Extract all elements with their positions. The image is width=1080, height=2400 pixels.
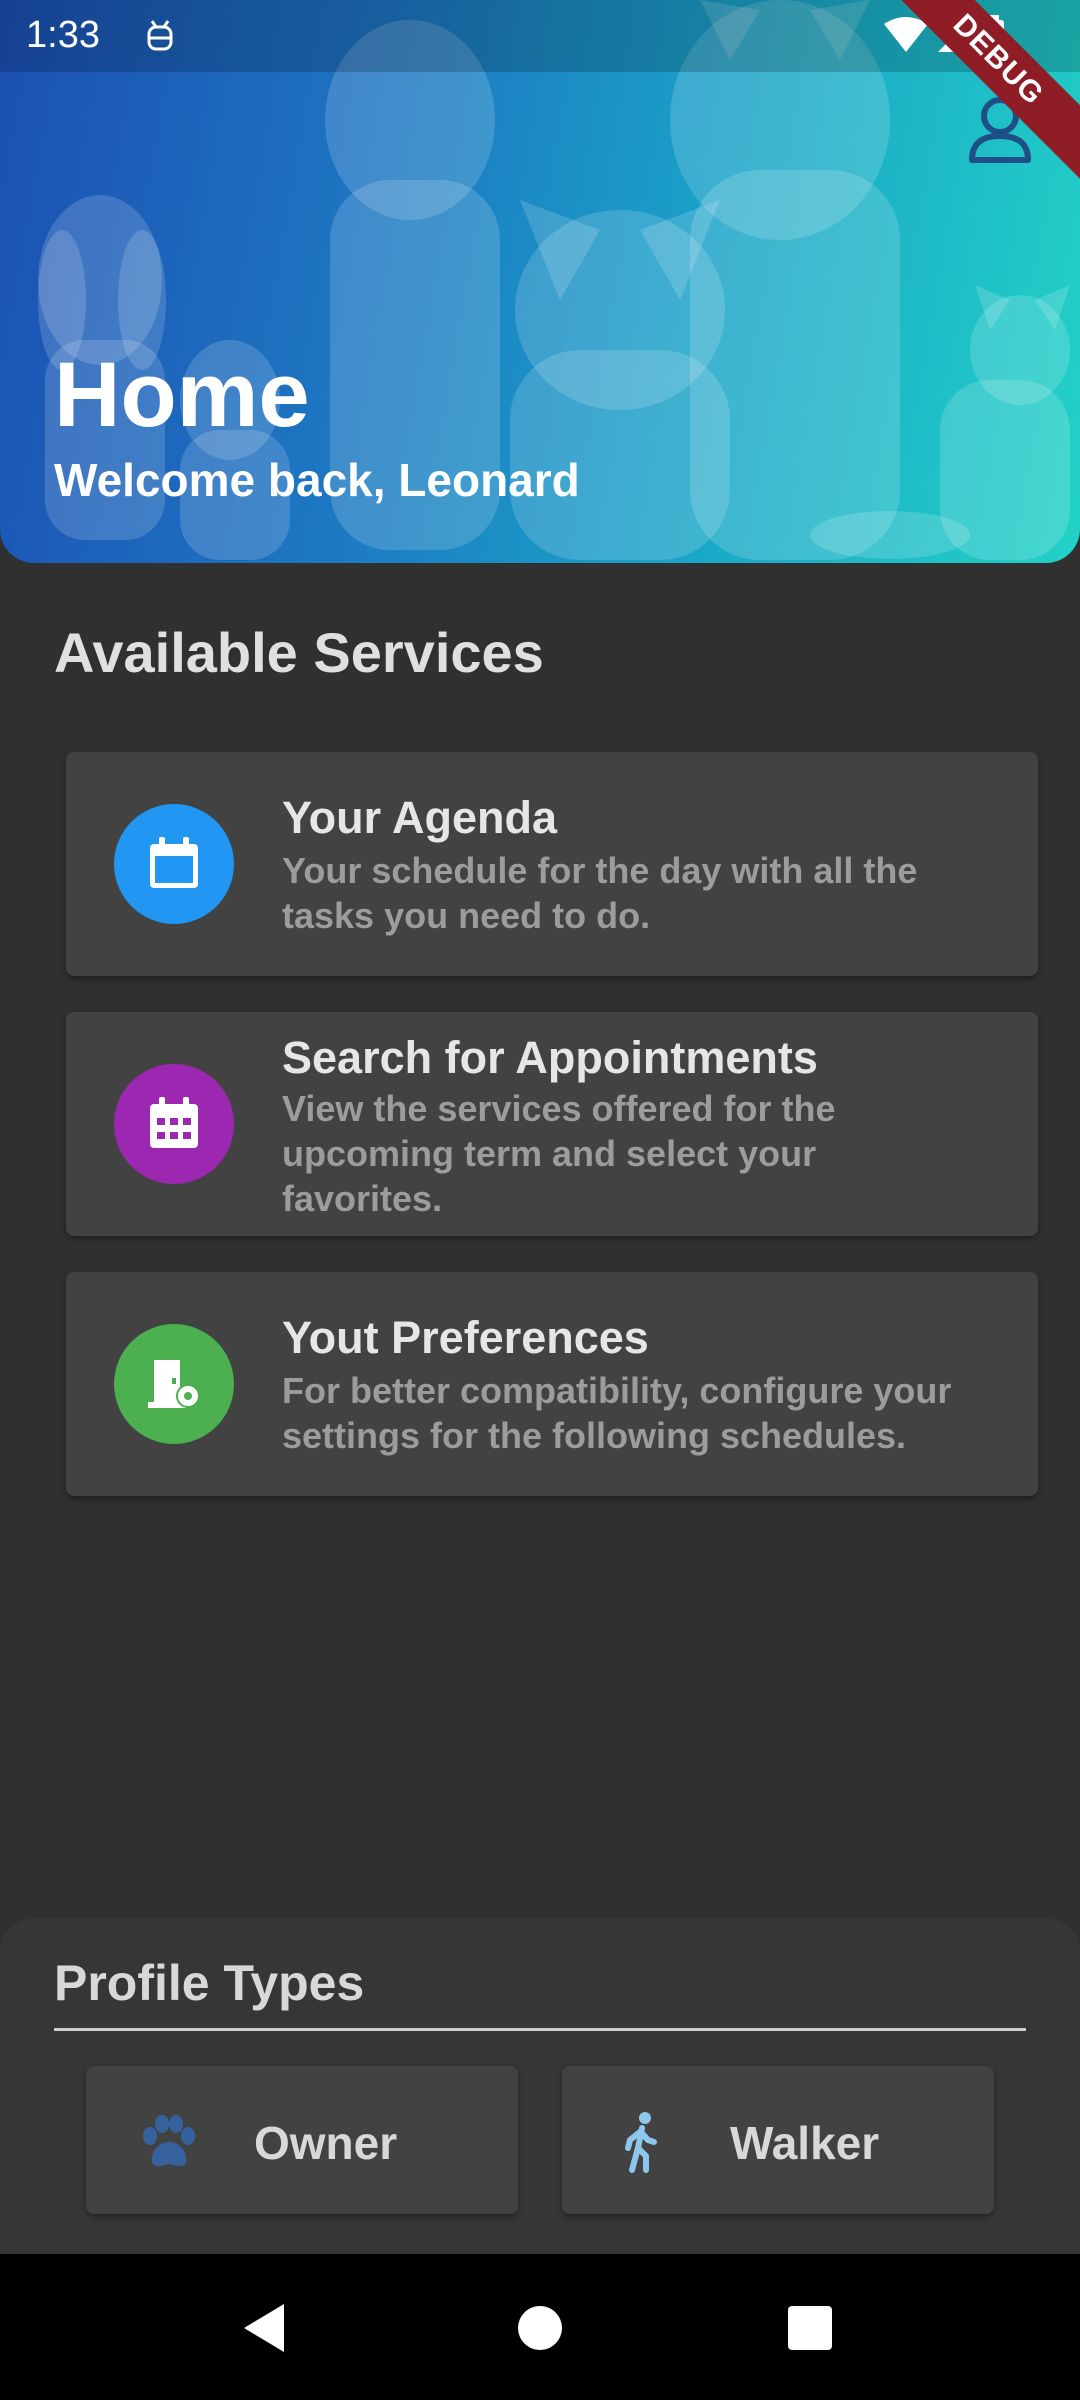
recents-icon[interactable] [778, 2296, 842, 2360]
service-card-title: Search for Appointments [282, 1032, 818, 1083]
page-title: Home [54, 344, 310, 446]
walker-label: Walker [730, 2117, 880, 2169]
android-debug-icon [147, 20, 173, 51]
calendar-month-icon [114, 1064, 234, 1184]
system-navigation-bar [0, 2254, 1080, 2400]
divider [54, 2028, 1026, 2031]
service-card-preferences[interactable]: Yout Preferences For better compatibilit… [66, 1272, 1038, 1496]
owner-label: Owner [254, 2117, 398, 2169]
service-card-title: Yout Preferences [282, 1312, 649, 1363]
services-section-title: Available Services [54, 621, 544, 684]
service-card-description: Your schedule for the day with all the t… [282, 850, 918, 936]
profile-types-panel: Profile Types Owner Walker [0, 1918, 1080, 2254]
walker-button[interactable]: Walker [562, 2066, 994, 2214]
service-card-description: For better compatibility, configure your… [282, 1370, 952, 1456]
home-icon[interactable] [508, 2296, 572, 2360]
walking-person-icon [625, 2112, 657, 2173]
welcome-subtitle: Welcome back, Leonard [54, 454, 580, 506]
profile-types-title: Profile Types [54, 1955, 365, 2011]
back-icon[interactable] [236, 2296, 300, 2360]
wifi-icon [884, 17, 928, 52]
service-card-description: View the services offered for the upcomi… [282, 1088, 836, 1219]
status-time: 1:33 [26, 14, 100, 56]
home-header: 1:33 DEBUG Home Welcome back, Leonard [0, 0, 1080, 563]
owner-button[interactable]: Owner [86, 2066, 518, 2214]
service-card-agenda[interactable]: Your Agenda Your schedule for the day wi… [66, 752, 1038, 976]
service-card-title: Your Agenda [282, 792, 558, 843]
settings-door-icon [114, 1324, 234, 1444]
paw-icon [143, 2115, 195, 2166]
app-screen: 1:33 DEBUG Home Welcome back, Leonard Av… [0, 0, 1080, 2400]
calendar-icon [114, 804, 234, 924]
service-card-search-appointments[interactable]: Search for Appointments View the service… [66, 1012, 1038, 1236]
